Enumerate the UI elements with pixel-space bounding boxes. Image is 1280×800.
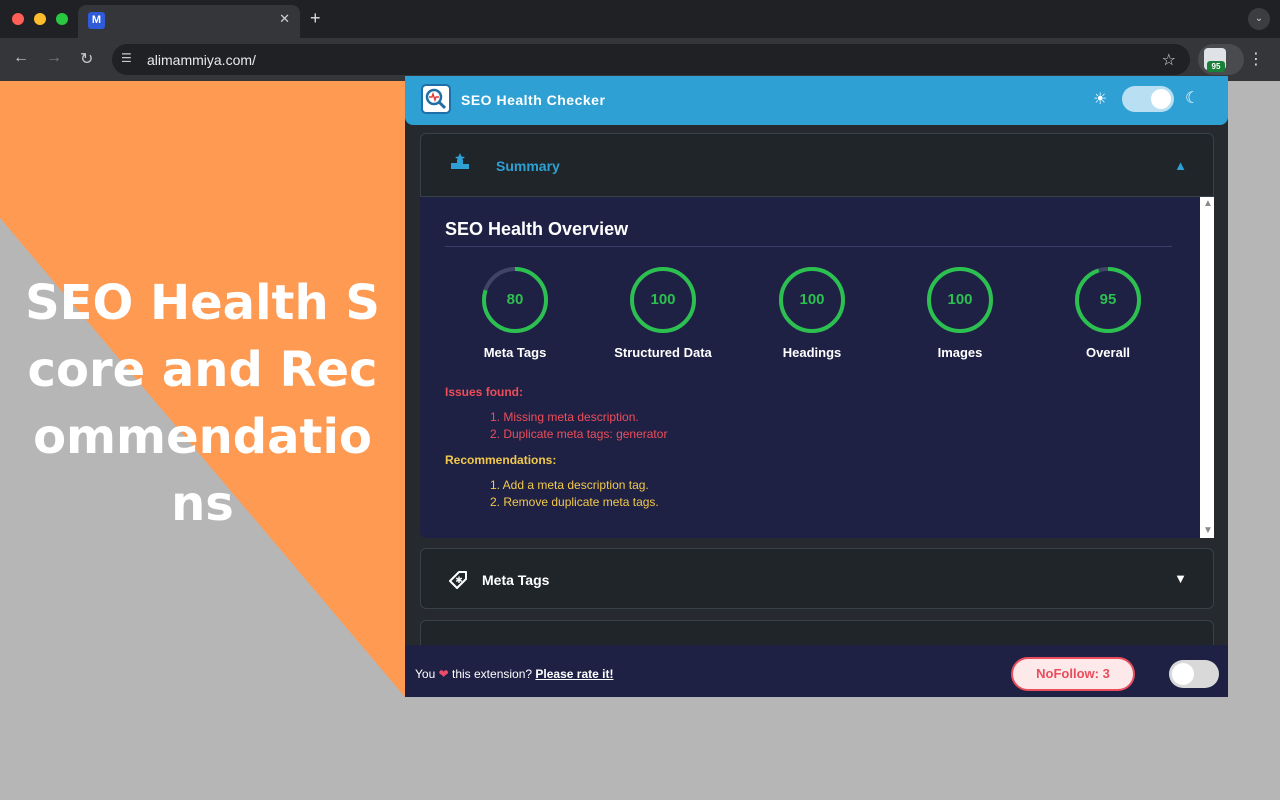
gauge-value: 100 [799, 291, 825, 308]
overview-title: SEO Health Overview [445, 219, 629, 239]
recommendation-item: 1. Add a meta description tag. [490, 478, 649, 492]
svg-text:✱: ✱ [455, 576, 463, 586]
gauge-value: 100 [947, 291, 973, 308]
summary-section-header[interactable]: Summary ▲ [420, 133, 1214, 197]
score-gauges: 80 Meta Tags 100 Structured Data 100 Hea… [445, 265, 1190, 365]
score-gauge: 100 Images [890, 265, 1030, 360]
gauge-label: Meta Tags [483, 345, 547, 360]
meta-tags-section-header[interactable]: ✱ Meta Tags ▼ [420, 548, 1214, 609]
nofollow-toggle-knob [1172, 663, 1194, 685]
recommendations-list: 1. Add a meta description tag. 2. Remove… [490, 477, 659, 511]
issue-item: 1. Missing meta description. [490, 410, 639, 424]
summary-panel: ▲ ▼ SEO Health Overview 80 Meta Tags 100 [420, 197, 1214, 538]
sun-icon: ☀ [1093, 91, 1108, 108]
seo-checker-logo-icon [421, 84, 451, 114]
reload-icon[interactable]: ↻ [80, 49, 93, 69]
nofollow-button[interactable]: NoFollow: 3 [1011, 657, 1135, 691]
summary-label: Summary [496, 158, 560, 174]
score-gauge: 95 Overall [1038, 265, 1178, 360]
summary-icon [449, 152, 471, 177]
url-text[interactable]: alimammiya.com/ [147, 52, 256, 68]
new-tab-icon[interactable]: + [310, 8, 321, 29]
rate-link[interactable]: Please rate it! [535, 667, 613, 681]
heart-icon: ❤ [438, 667, 449, 681]
gauge-value: 95 [1099, 291, 1117, 308]
collapse-caret-icon[interactable]: ▲ [1174, 158, 1187, 173]
divider [445, 246, 1172, 247]
recommendation-item: 2. Remove duplicate meta tags. [490, 495, 659, 509]
rate-prompt: You ❤ this extension? Please rate it! [415, 667, 613, 681]
scroll-up-icon[interactable]: ▲ [1203, 198, 1213, 209]
gauge-label: Overall [1085, 345, 1131, 360]
back-arrow-icon[interactable]: ← [13, 49, 29, 67]
address-bar[interactable]: ☰ alimammiya.com/ ☆ [112, 44, 1190, 75]
gauge-label: Images [937, 345, 983, 360]
rate-prompt-you: You [415, 667, 436, 681]
gauge-value: 100 [650, 291, 676, 308]
expand-caret-icon[interactable]: ▼ [1174, 571, 1187, 586]
gauge-label: Headings [782, 345, 842, 360]
gauge-label: Structured Data [614, 345, 712, 360]
close-window-button[interactable] [12, 13, 24, 25]
tab-favicon: M [88, 12, 105, 29]
issue-item: 2. Duplicate meta tags: generator [490, 427, 668, 441]
extension-score-badge: 95 [1207, 61, 1225, 72]
gauge-value: 80 [506, 291, 524, 308]
tag-icon: ✱ [447, 569, 469, 596]
tab-close-icon[interactable]: ✕ [279, 11, 290, 27]
score-gauge: 80 Meta Tags [445, 265, 585, 360]
extension-popup: SEO Health Checker ☀ ☾ Summary ▲ ▲ ▼ SEO… [405, 76, 1228, 697]
site-settings-icon[interactable]: ☰ [121, 51, 132, 65]
scrollbar[interactable]: ▲ ▼ [1200, 197, 1214, 538]
browser-tab-bar: M ✕ + ⌄ [0, 0, 1280, 38]
popup-footer: You ❤ this extension? Please rate it! No… [405, 645, 1228, 697]
score-gauge: 100 Structured Data [593, 265, 733, 360]
popup-title: SEO Health Checker [461, 92, 606, 108]
moon-icon: ☾ [1185, 90, 1200, 107]
issues-list: 1. Missing meta description. 2. Duplicat… [490, 409, 667, 443]
theme-toggle[interactable] [1122, 86, 1174, 112]
score-gauge: 100 Headings [742, 265, 882, 360]
scroll-down-icon[interactable]: ▼ [1203, 525, 1213, 536]
maximize-window-button[interactable] [56, 13, 68, 25]
tab-search-icon[interactable]: ⌄ [1248, 8, 1270, 30]
browser-toolbar: ← → ↻ ☰ alimammiya.com/ ☆ 95 ⋮ [0, 38, 1280, 81]
bookmark-star-icon[interactable]: ☆ [1162, 50, 1176, 70]
issues-heading: Issues found: [445, 385, 524, 399]
rate-prompt-text: this extension? [452, 667, 533, 681]
extension-button[interactable]: 95 [1198, 44, 1244, 75]
minimize-window-button[interactable] [34, 13, 46, 25]
forward-arrow-icon[interactable]: → [46, 49, 62, 67]
browser-menu-icon[interactable]: ⋮ [1248, 49, 1264, 69]
recommendations-heading: Recommendations: [445, 453, 557, 467]
nofollow-toggle[interactable] [1169, 660, 1219, 688]
promo-headline: SEO Health Score and Recommendations [25, 275, 380, 532]
meta-tags-label: Meta Tags [482, 572, 550, 588]
browser-tab[interactable]: M ✕ [78, 5, 300, 38]
theme-toggle-knob [1151, 89, 1171, 109]
popup-header: SEO Health Checker ☀ ☾ [405, 76, 1228, 125]
